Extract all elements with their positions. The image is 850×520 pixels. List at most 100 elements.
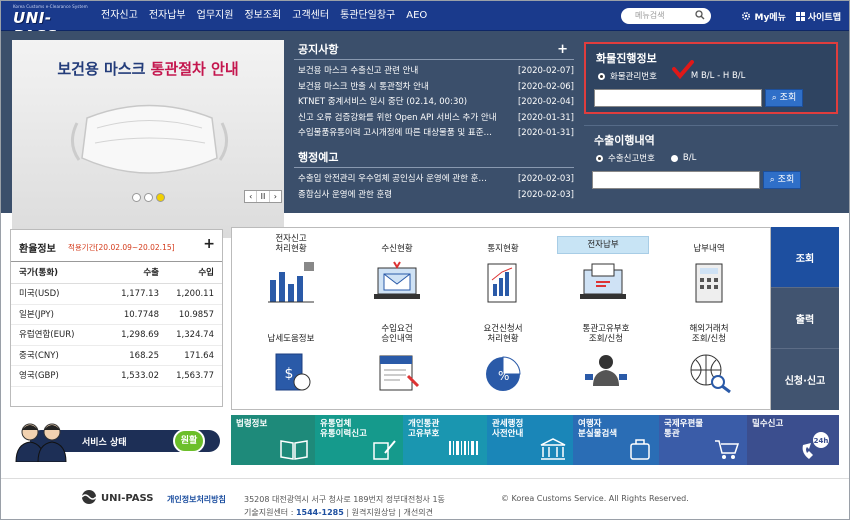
building-icon bbox=[540, 438, 566, 460]
sitemap-link[interactable]: 사이트맵 bbox=[795, 10, 841, 23]
banner-title: 보건용 마스크 통관절차 안내 bbox=[57, 60, 239, 78]
banner-dot-3[interactable] bbox=[156, 193, 165, 202]
banner-dot-2[interactable] bbox=[144, 193, 153, 202]
quick-link-advance-guide[interactable]: 관세행정 사전안내 bbox=[487, 415, 573, 465]
globe-search-icon bbox=[690, 354, 731, 394]
exchange-rate-panel: 환율정보 적용기간[20.02.09~20.02.15] + 국가(통화) 수출 수… bbox=[10, 229, 223, 407]
menu-e-declaration[interactable]: 전자신고 bbox=[101, 1, 138, 31]
grid-tax-help-info[interactable]: 납세도움정보 $ bbox=[242, 322, 340, 394]
remote-support-links[interactable]: | 원격지원상담 | 개선의견 bbox=[344, 508, 433, 517]
quick-link-smuggling-report[interactable]: 밀수신고 24h bbox=[747, 415, 839, 465]
banner-pause-button[interactable]: II bbox=[257, 191, 270, 202]
svg-text:%: % bbox=[498, 369, 509, 383]
tab-apply-declare[interactable]: 신청·신고 bbox=[771, 349, 839, 410]
calculator-receipt-icon bbox=[695, 263, 723, 303]
edit-pen-icon bbox=[373, 440, 396, 460]
export-history-title: 수출이행내역 bbox=[594, 134, 655, 147]
menu-aeo[interactable]: AEO bbox=[406, 1, 427, 31]
service-status: 서비스 상태 원활 bbox=[10, 417, 223, 465]
notice-item[interactable]: 보건용 마스크 수출신고 관련 안내 [2020-02-07] bbox=[294, 64, 574, 80]
notice-item[interactable]: 신고 오류 검증강화를 위한 Open API 서비스 추가 안내 [2020-0… bbox=[294, 111, 574, 127]
grid-e-decl-status[interactable]: 전자신고 처리현황 bbox=[242, 232, 340, 304]
quick-links-bar: 법령정보 유통업체 유통이력신고 개인통관 고유부호 관세행정 사전안내 여행자 분실물… bbox=[231, 415, 839, 465]
quick-link-intl-mail[interactable]: 국제우편물 통관 bbox=[659, 415, 747, 465]
privacy-policy-link[interactable]: 개인정보처리방침 bbox=[167, 494, 226, 505]
quick-link-personal-customs-id[interactable]: 개인통관 고유부호 bbox=[403, 415, 487, 465]
rate-table-header: 국가(통화) 수출 수입 bbox=[11, 262, 222, 284]
rate-more-button[interactable]: + bbox=[203, 236, 215, 252]
search-placeholder: 메뉴검색 bbox=[635, 11, 665, 20]
tab-print[interactable]: 출력 bbox=[771, 288, 839, 349]
radio-cargo-number[interactable] bbox=[598, 72, 605, 80]
notice-item[interactable]: KTNET 중계서비스 일시 중단 (02.14, 00:30) [2020-02… bbox=[294, 95, 574, 111]
quick-link-distribution-report[interactable]: 유통업체 유통이력신고 bbox=[315, 415, 403, 465]
grid-received-status[interactable]: 수신현황 bbox=[348, 232, 446, 304]
cargo-search-row: ⌕ 조회 bbox=[594, 89, 803, 107]
checkmark-icon bbox=[672, 60, 694, 80]
staff-avatar-icon bbox=[15, 423, 67, 462]
table-row: 유럽연합(EUR) 1,298.69 1,324.74 bbox=[11, 325, 222, 346]
admin-notice-item[interactable]: 종합심사 운영에 관한 훈령 [2020-02-03] bbox=[294, 188, 574, 204]
menu-search-input[interactable]: 메뉴검색 bbox=[621, 8, 711, 24]
cargo-tracking-title: 화물진행정보 bbox=[596, 52, 657, 65]
uni-pass-logo[interactable]: Korea Customs e-Clearance System UNI-PAS… bbox=[13, 4, 93, 45]
svg-text:$: $ bbox=[285, 366, 294, 382]
table-row: 중국(CNY) 168.25 171.64 bbox=[11, 346, 222, 366]
menu-business-support[interactable]: 업무지원 bbox=[197, 1, 234, 31]
document-chart-icon bbox=[487, 263, 517, 303]
notice-more-button[interactable]: + bbox=[557, 42, 568, 58]
service-status-badge: 원활 bbox=[173, 429, 205, 453]
payment-terminal-icon bbox=[580, 263, 626, 299]
tech-support-info: 기술지원센터 : 1544-1285 | 원격지원상담 | 개선의견 bbox=[244, 508, 433, 517]
grid-import-approval[interactable]: 수입요건 승인내역 bbox=[348, 322, 446, 394]
export-number-input[interactable] bbox=[592, 171, 760, 189]
notice-header: 공지사항 + bbox=[294, 42, 574, 60]
grid-overseas-partner[interactable]: 해외거래처 조회/신청 bbox=[660, 322, 758, 394]
radio-export-number[interactable] bbox=[596, 154, 603, 162]
menu-e-payment[interactable]: 전자납부 bbox=[149, 1, 186, 31]
grid-customs-id-lookup[interactable]: 통관고유부호 조회/신청 bbox=[557, 322, 655, 394]
quick-link-lost-items[interactable]: 여행자 분실물검색 bbox=[573, 415, 659, 465]
service-icon-grid: 전자신고 처리현황 수신현황 통지현황 전자납부 납부내역 납세도움정보 $ 수입… bbox=[231, 227, 771, 410]
radio-bl[interactable] bbox=[670, 154, 678, 162]
import-document-icon bbox=[379, 355, 420, 391]
book-icon bbox=[280, 440, 308, 460]
banner-dot-1[interactable] bbox=[132, 193, 141, 202]
menu-info-inquiry[interactable]: 정보조회 bbox=[244, 1, 281, 31]
my-menu-label: My메뉴 bbox=[754, 12, 786, 23]
cargo-search-button[interactable]: ⌕ 조회 bbox=[765, 89, 803, 107]
tax-document-icon: $ bbox=[275, 353, 311, 391]
mask-notice-banner[interactable]: 보건용 마스크 통관절차 안내 ‹ II › bbox=[12, 40, 284, 238]
export-search-button[interactable]: ⌕ 조회 bbox=[763, 171, 801, 189]
notice-item[interactable]: 보건용 마스크 반출 시 통관절차 안내 [2020-02-06] bbox=[294, 80, 574, 96]
mbl-hbl-label: M B/L - H B/L bbox=[690, 71, 746, 81]
grid-payment-history[interactable]: 납부내역 bbox=[660, 232, 758, 304]
menu-single-window[interactable]: 통관단일창구 bbox=[340, 1, 395, 31]
notice-item[interactable]: 수입물품유통이력 고시개정에 따른 대상물품 및 표준… [2020-01-31] bbox=[294, 126, 574, 142]
face-mask-image bbox=[71, 104, 228, 174]
my-menu-link[interactable]: My메뉴 bbox=[741, 10, 786, 23]
rate-title: 환율정보 bbox=[19, 244, 56, 255]
tech-support-phone[interactable]: 1544-1285 bbox=[296, 508, 344, 517]
table-row: 영국(GBP) 1,533.02 1,563.77 bbox=[11, 366, 222, 387]
export-search-row: ⌕ 조회 bbox=[592, 171, 801, 189]
government-emblem-icon bbox=[81, 490, 97, 504]
cart-icon bbox=[715, 440, 740, 459]
search-icon[interactable] bbox=[695, 10, 705, 20]
admin-notice-item[interactable]: 수출입 안전관리 우수업체 공인심사 운영에 관한 훈… [2020-02-03] bbox=[294, 172, 574, 188]
grid-requirement-status[interactable]: 요건신청서 처리현황 % bbox=[454, 322, 552, 394]
admin-notice-header: 행정예고 bbox=[294, 150, 574, 168]
grid-notice-status[interactable]: 통지현황 bbox=[454, 232, 552, 304]
banner-controls: ‹ II › bbox=[244, 190, 282, 203]
quick-link-law-info[interactable]: 법령정보 bbox=[231, 415, 315, 465]
banner-next-button[interactable]: › bbox=[270, 191, 281, 202]
menu-customer-center[interactable]: 고객센터 bbox=[292, 1, 329, 31]
barcode-icon bbox=[449, 441, 478, 455]
bar-chart-icon bbox=[268, 262, 314, 303]
cargo-number-input[interactable] bbox=[594, 89, 762, 107]
banner-prev-button[interactable]: ‹ bbox=[245, 191, 258, 202]
service-tabs: 조회 출력 신청·신고 bbox=[771, 227, 839, 410]
tab-inquiry[interactable]: 조회 bbox=[771, 227, 839, 288]
service-status-label: 서비스 상태 bbox=[82, 438, 127, 448]
grid-e-payment[interactable]: 전자납부 bbox=[557, 232, 649, 304]
